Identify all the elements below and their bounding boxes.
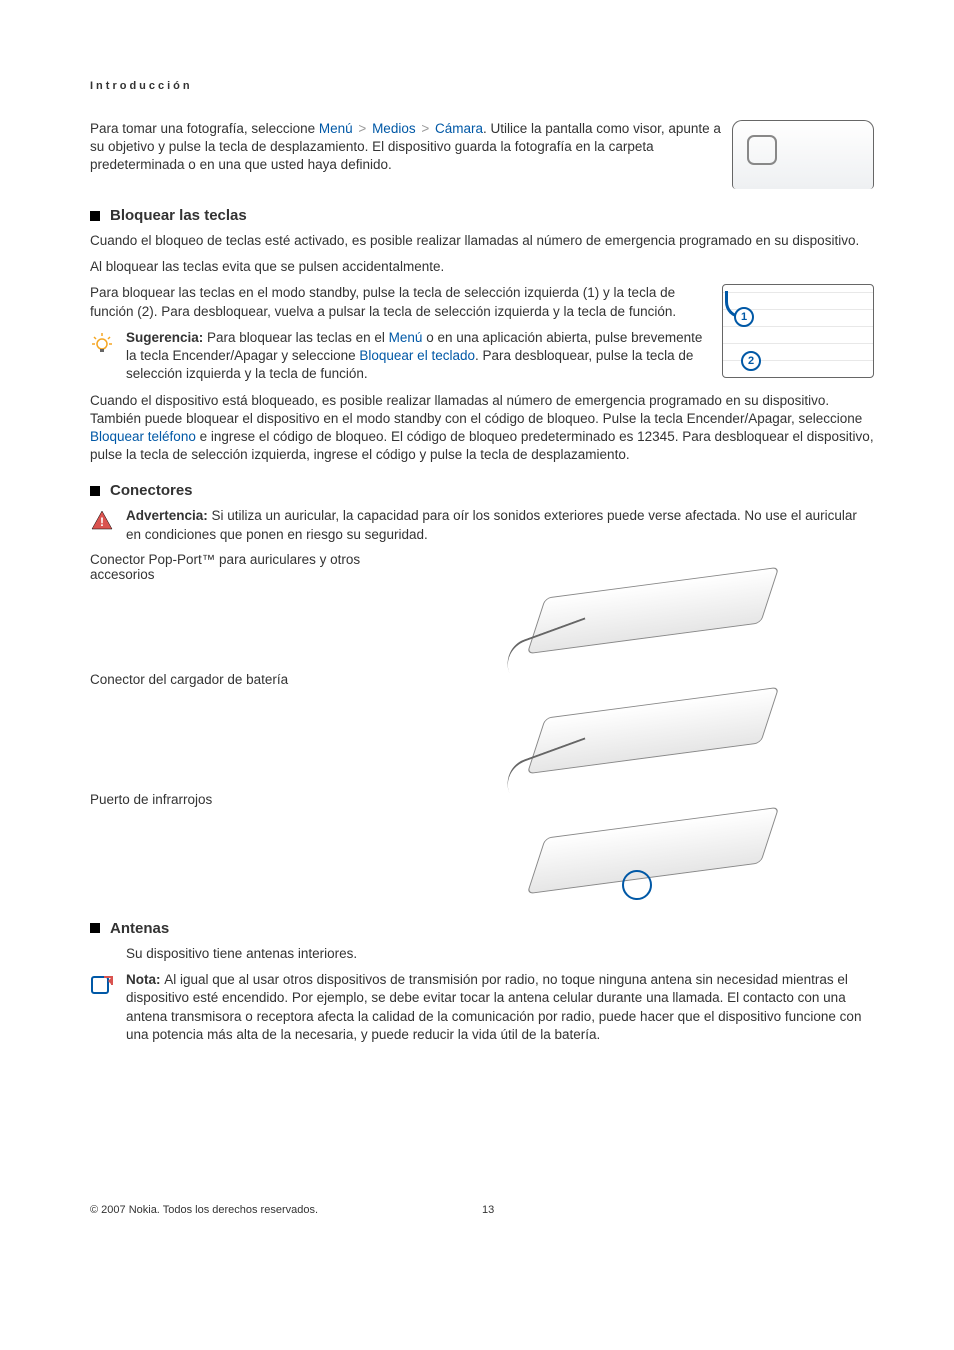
section-title: Antenas (110, 920, 169, 937)
keypad-illustration: 1 2 (722, 284, 874, 378)
lock-p2: Al bloquear las teclas evita que se puls… (90, 258, 874, 276)
bullet-square-icon (90, 486, 100, 496)
link-menu[interactable]: Menú (319, 121, 353, 136)
section-lock-keys: Bloquear las teclas (90, 207, 874, 224)
lock-p4: Cuando el dispositivo está bloqueado, es… (90, 392, 874, 465)
link-menu-2[interactable]: Menú (389, 330, 423, 345)
intro-paragraph: Para tomar una fotografía, seleccione Me… (90, 120, 722, 175)
lock-p4b: e ingrese el código de bloqueo. El códig… (90, 429, 874, 462)
connector-label: Conector Pop-Port™ para auriculares y ot… (90, 552, 410, 662)
note-block: Nota: Al igual que al usar otros disposi… (90, 971, 874, 1044)
warning-block: ! Advertencia: Si utiliza un auricular, … (90, 507, 874, 543)
lock-p4a: Cuando el dispositivo está bloqueado, es… (90, 393, 862, 426)
connector-charger: Conector del cargador de batería (90, 672, 874, 782)
note-icon (90, 973, 114, 997)
copyright: © 2007 Nokia. Todos los derechos reserva… (90, 1204, 482, 1216)
page-number: 13 (482, 1204, 874, 1216)
tip-icon (90, 331, 114, 355)
breadcrumb-sep: > (416, 121, 435, 136)
warning-icon: ! (90, 509, 114, 533)
section-connectors: Conectores (90, 482, 874, 499)
svg-text:!: ! (100, 515, 104, 529)
connector-label: Puerto de infrarrojos (90, 792, 410, 902)
section-title: Bloquear las teclas (110, 207, 247, 224)
tip-text-a: Para bloquear las teclas en el (207, 330, 389, 345)
pop-port-illustration (502, 552, 802, 662)
camera-illustration (732, 120, 874, 189)
charger-illustration (502, 672, 802, 782)
breadcrumb-sep: > (353, 121, 372, 136)
connector-pop-port: Conector Pop-Port™ para auriculares y ot… (90, 552, 874, 662)
page-footer: © 2007 Nokia. Todos los derechos reserva… (90, 1204, 874, 1216)
infrared-illustration (502, 792, 802, 902)
bullet-square-icon (90, 923, 100, 933)
note-label: Nota: (126, 972, 164, 987)
page-header: Introducción (90, 80, 874, 92)
connector-infrared: Puerto de infrarrojos (90, 792, 874, 902)
antennas-p1: Su dispositivo tiene antenas interiores. (126, 945, 874, 963)
tip-label: Sugerencia: (126, 330, 207, 345)
bullet-square-icon (90, 211, 100, 221)
section-title: Conectores (110, 482, 193, 499)
tip-block: Sugerencia: Para bloquear las teclas en … (90, 329, 712, 384)
callout-2: 2 (741, 351, 761, 371)
link-camara[interactable]: Cámara (435, 121, 483, 136)
lock-p1: Cuando el bloqueo de teclas esté activad… (90, 232, 874, 250)
lock-p3: Para bloquear las teclas en el modo stan… (90, 284, 712, 320)
link-bloquear-telefono[interactable]: Bloquear teléfono (90, 429, 196, 444)
link-bloquear-teclado[interactable]: Bloquear el teclado (359, 348, 475, 363)
connector-label: Conector del cargador de batería (90, 672, 410, 782)
warning-text: Si utiliza un auricular, la capacidad pa… (126, 508, 857, 541)
section-antennas: Antenas (90, 920, 874, 937)
warning-label: Advertencia: (126, 508, 212, 523)
intro-text-a: Para tomar una fotografía, seleccione (90, 121, 319, 136)
note-text: Al igual que al usar otros dispositivos … (126, 972, 861, 1042)
callout-1: 1 (734, 307, 754, 327)
link-medios[interactable]: Medios (372, 121, 416, 136)
